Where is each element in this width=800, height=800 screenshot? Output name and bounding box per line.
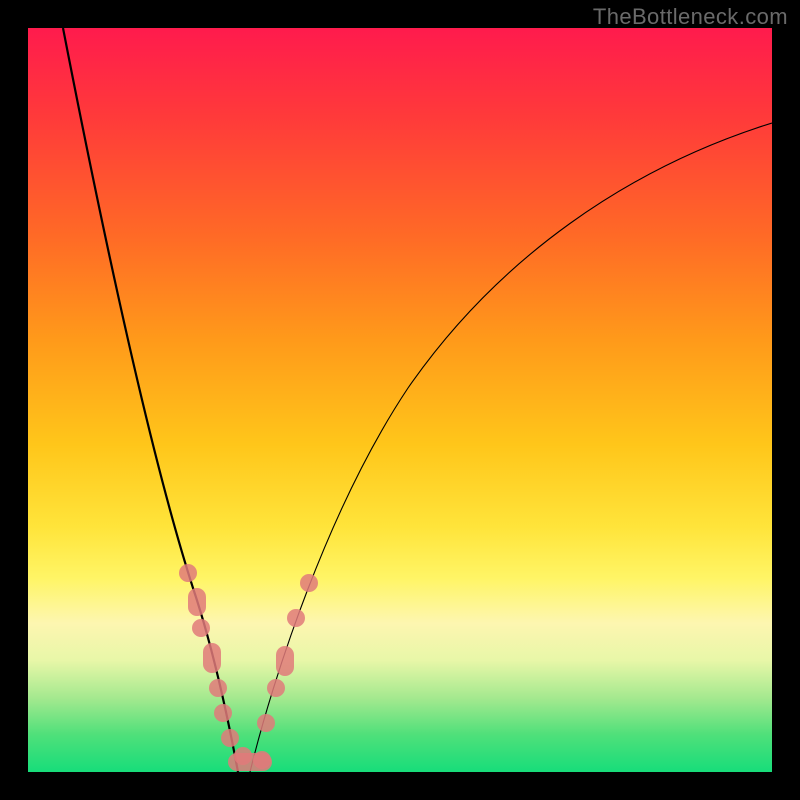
marker-right-4	[287, 609, 305, 627]
marker-left-2	[188, 588, 206, 616]
marker-left-3	[192, 619, 210, 637]
trough-cluster	[228, 753, 272, 771]
marker-left-7	[221, 729, 239, 747]
marker-left-6	[214, 704, 232, 722]
curve-right	[250, 123, 772, 772]
marker-right-2	[267, 679, 285, 697]
marker-right-5	[300, 574, 318, 592]
curve-left	[63, 28, 238, 772]
chart-svg	[28, 28, 772, 772]
trough-dot-2	[253, 751, 271, 769]
marker-right-3	[276, 646, 294, 676]
marker-right-1	[257, 714, 275, 732]
watermark-text: TheBottleneck.com	[593, 4, 788, 30]
trough-dot-1	[234, 747, 252, 765]
chart-frame	[28, 28, 772, 772]
marker-left-1	[179, 564, 197, 582]
marker-left-4	[203, 643, 221, 673]
marker-left-5	[209, 679, 227, 697]
